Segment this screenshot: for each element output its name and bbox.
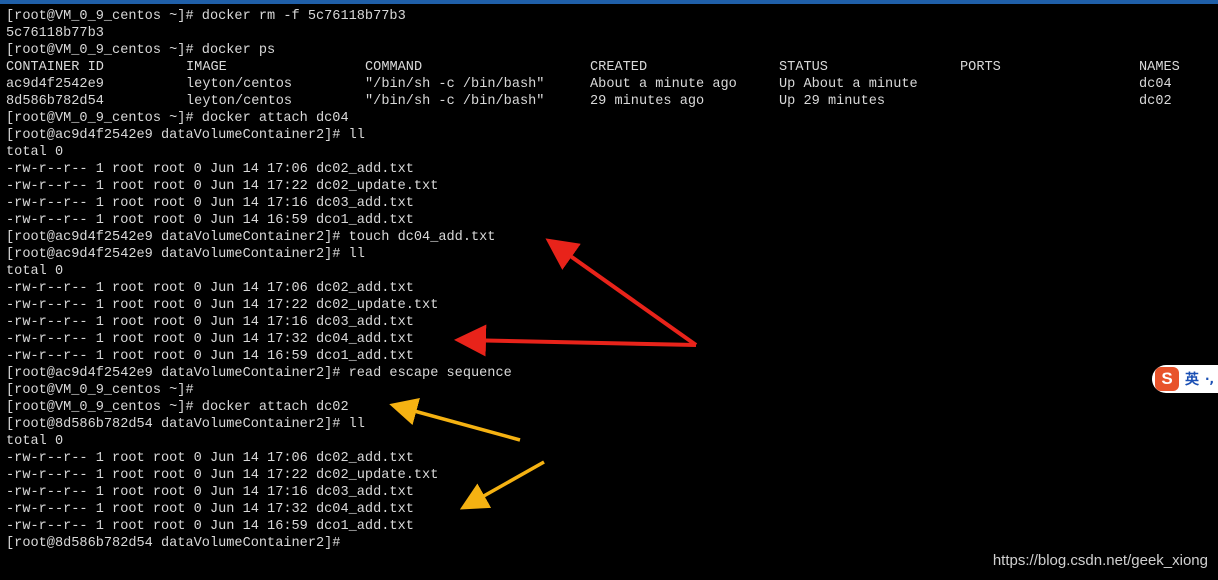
ps-header-container-id: CONTAINER ID: [6, 60, 104, 75]
input-method-toolbar[interactable]: S 英 ·,: [1152, 365, 1218, 393]
terminal-line: -rw-r--r-- 1 root root 0 Jun 14 17:22 dc…: [6, 468, 439, 483]
terminal-line: total 0: [6, 264, 64, 279]
ps-row: ac9d4f2542e9 leyton/centos "/bin/sh -c /…: [6, 76, 1218, 93]
terminal-line: [root@ac9d4f2542e9 dataVolumeContainer2]…: [6, 128, 365, 143]
ps-cell-status: Up About a minute: [779, 77, 918, 92]
ps-header-ports: PORTS: [960, 60, 1001, 75]
terminal-line: -rw-r--r-- 1 root root 0 Jun 14 17:06 dc…: [6, 451, 414, 466]
terminal-line: -rw-r--r-- 1 root root 0 Jun 14 17:06 dc…: [6, 281, 414, 296]
ps-header-row: CONTAINER ID IMAGE COMMAND CREATED STATU…: [6, 59, 1218, 76]
terminal-line: [root@VM_0_9_centos ~]#: [6, 383, 194, 398]
terminal-line: -rw-r--r-- 1 root root 0 Jun 14 17:22 dc…: [6, 298, 439, 313]
ps-cell-container-id: ac9d4f2542e9: [6, 77, 104, 92]
ime-language-toggle[interactable]: 英: [1185, 369, 1199, 389]
ps-header-status: STATUS: [779, 60, 828, 75]
terminal-line: [root@ac9d4f2542e9 dataVolumeContainer2]…: [6, 230, 496, 245]
terminal-line: [root@VM_0_9_centos ~]# docker ps: [6, 43, 276, 58]
terminal-line: -rw-r--r-- 1 root root 0 Jun 14 17:16 dc…: [6, 315, 414, 330]
ps-cell-image: leyton/centos: [186, 94, 293, 109]
ps-cell-image: leyton/centos: [186, 77, 293, 92]
ps-header-image: IMAGE: [186, 60, 227, 75]
terminal-line: total 0: [6, 434, 64, 449]
ps-header-names: NAMES: [1139, 60, 1180, 75]
terminal-line: [root@VM_0_9_centos ~]# docker rm -f 5c7…: [6, 9, 406, 24]
terminal-line: [root@ac9d4f2542e9 dataVolumeContainer2]…: [6, 247, 365, 262]
terminal-line: -rw-r--r-- 1 root root 0 Jun 14 16:59 dc…: [6, 213, 414, 228]
terminal-line: total 0: [6, 145, 64, 160]
ps-cell-command: "/bin/sh -c /bin/bash": [365, 77, 545, 92]
terminal-line: [root@8d586b782d54 dataVolumeContainer2]…: [6, 417, 365, 432]
terminal-line: [root@VM_0_9_centos ~]# docker attach dc…: [6, 111, 349, 126]
watermark: https://blog.csdn.net/geek_xiong: [992, 552, 1208, 569]
terminal-line: -rw-r--r-- 1 root root 0 Jun 14 16:59 dc…: [6, 349, 414, 364]
ime-punctuation-toggle[interactable]: ·,: [1205, 372, 1214, 386]
terminal-prompt-line: [root@8d586b782d54 dataVolumeContainer2]…: [6, 536, 341, 551]
terminal-output[interactable]: [root@VM_0_9_centos ~]# docker rm -f 5c7…: [6, 8, 1218, 580]
terminal-line: -rw-r--r-- 1 root root 0 Jun 14 17:22 dc…: [6, 179, 439, 194]
ps-header-command: COMMAND: [365, 60, 423, 75]
terminal-line: -rw-r--r-- 1 root root 0 Jun 14 17:16 dc…: [6, 196, 414, 211]
ps-row: 8d586b782d54 leyton/centos "/bin/sh -c /…: [6, 93, 1218, 110]
terminal-line: [root@VM_0_9_centos ~]# docker attach dc…: [6, 400, 349, 415]
ps-cell-status: Up 29 minutes: [779, 94, 886, 109]
terminal-line: -rw-r--r-- 1 root root 0 Jun 14 17:06 dc…: [6, 162, 414, 177]
terminal-line: -rw-r--r-- 1 root root 0 Jun 14 16:59 dc…: [6, 519, 414, 534]
ps-cell-names: dc02: [1139, 94, 1172, 109]
ps-cell-container-id: 8d586b782d54: [6, 94, 104, 109]
ps-cell-created: 29 minutes ago: [590, 94, 705, 109]
terminal-line: -rw-r--r-- 1 root root 0 Jun 14 17:16 dc…: [6, 485, 414, 500]
terminal-line: -rw-r--r-- 1 root root 0 Jun 14 17:32 dc…: [6, 332, 414, 347]
terminal-line: [root@ac9d4f2542e9 dataVolumeContainer2]…: [6, 366, 512, 381]
terminal-line: 5c76118b77b3: [6, 26, 104, 41]
sogou-logo-icon[interactable]: S: [1155, 367, 1179, 391]
ps-cell-command: "/bin/sh -c /bin/bash": [365, 94, 545, 109]
terminal-line: -rw-r--r-- 1 root root 0 Jun 14 17:32 dc…: [6, 502, 414, 517]
ps-cell-created: About a minute ago: [590, 77, 737, 92]
ps-cell-names: dc04: [1139, 77, 1172, 92]
window-top-border: [0, 0, 1218, 4]
ps-header-created: CREATED: [590, 60, 648, 75]
